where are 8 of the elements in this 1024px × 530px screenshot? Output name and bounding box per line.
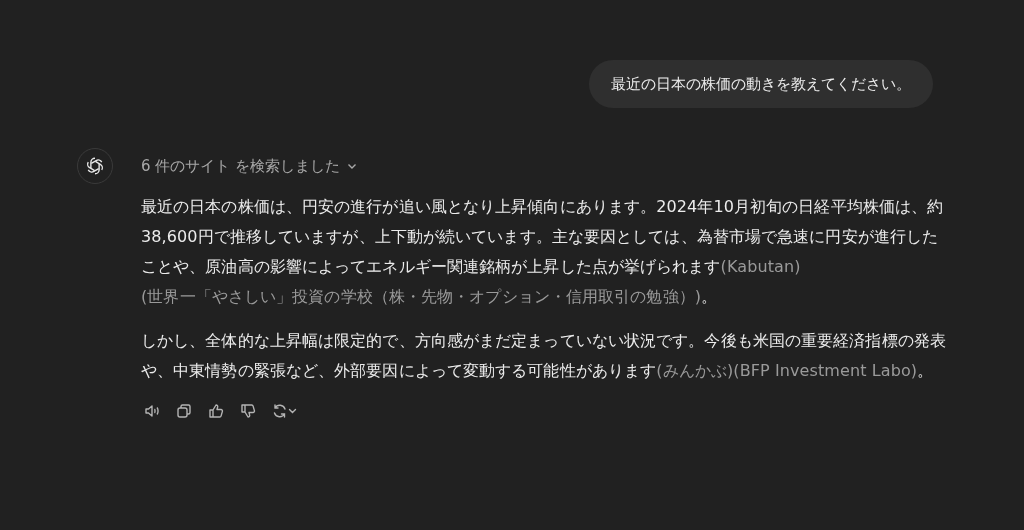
answer-paragraph: 最近の日本の株価は、円安の進行が追い風となり上昇傾向にあります。2024年10月初旬の日経平均株価は、約38,600円で推移していますが、上下動が続いています。主な要因としては、為替市場で急速に円安が進行したことや、原油高の影響によってエネルギー関連銘柄が上昇した点が挙げられます(Kabutan) (世界一「やさしい」投資の学校（株・先物・オプション・信用取引の勉強）)。 <box>141 196 945 308</box>
search-summary-toggle[interactable]: 6 件のサイト を検索しました <box>141 156 359 176</box>
citation-link[interactable]: (世界一「やさしい」投資の学校（株・先物・オプション・信用取引の勉強）) <box>141 287 702 306</box>
answer-paragraph: しかし、全体的な上昇幅は限定的で、方向感がまだ定まっていない状況です。今後も米国の重要経済指標の発表や、中東情勢の緊張など、外部要因によって変動する可能性があります(みんかぶ)(BFP Investment Labo)。 <box>141 330 946 382</box>
citation-link[interactable]: (BFP Investment Labo) <box>733 361 918 380</box>
citation-link[interactable]: (Kabutan) <box>720 257 801 276</box>
citation-link[interactable]: (みんかぶ) <box>656 361 734 380</box>
user-message: 最近の日本の株価の動きを教えてください。 <box>589 60 933 108</box>
